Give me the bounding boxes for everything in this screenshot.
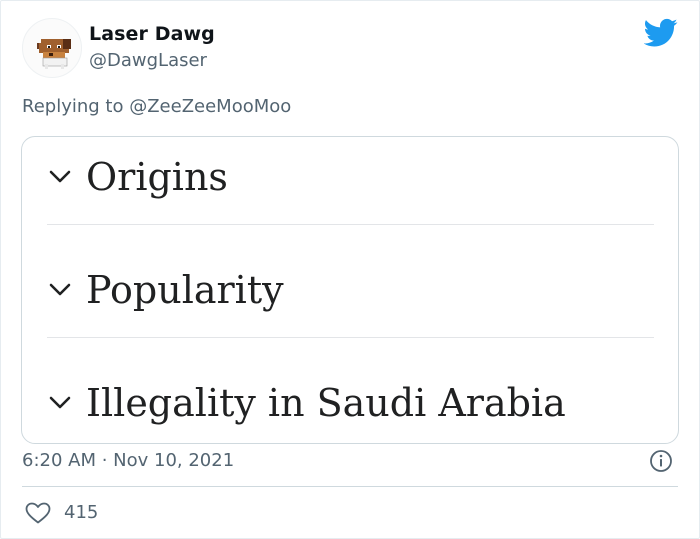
like-count[interactable]: 415 — [64, 502, 98, 523]
accordion-item-illegality[interactable]: Illegality in Saudi Arabia — [47, 363, 653, 443]
twitter-bird-icon[interactable] — [644, 18, 678, 48]
accordion-item-origins[interactable]: Origins — [47, 137, 653, 217]
divider — [22, 486, 678, 487]
heart-icon[interactable] — [25, 502, 51, 524]
chevron-down-icon — [49, 170, 71, 183]
chevron-down-icon — [49, 283, 71, 296]
accordion-item-popularity[interactable]: Popularity — [47, 250, 653, 330]
tweet-timestamp[interactable]: 6:20 AM · Nov 10, 2021 — [22, 450, 234, 471]
user-handle[interactable]: @DawgLaser — [89, 50, 207, 71]
accordion-divider — [47, 224, 654, 225]
reply-prefix: Replying to — [22, 96, 124, 117]
accordion-divider — [47, 337, 654, 338]
display-name[interactable]: Laser Dawg — [89, 23, 215, 45]
accordion-label: Popularity — [86, 268, 284, 312]
reply-mention-link[interactable]: @ZeeZeeMooMoo — [129, 96, 291, 117]
accordion-label: Origins — [86, 155, 228, 199]
dog-avatar-icon — [37, 39, 71, 69]
accordion-label: Illegality in Saudi Arabia — [86, 381, 566, 425]
info-icon[interactable] — [649, 449, 673, 473]
reply-context: Replying to @ZeeZeeMooMoo — [22, 96, 291, 117]
chevron-down-icon — [49, 396, 71, 409]
avatar[interactable] — [22, 18, 82, 78]
embedded-accordion-card: Origins Popularity Illegality in Saudi A… — [21, 136, 679, 444]
